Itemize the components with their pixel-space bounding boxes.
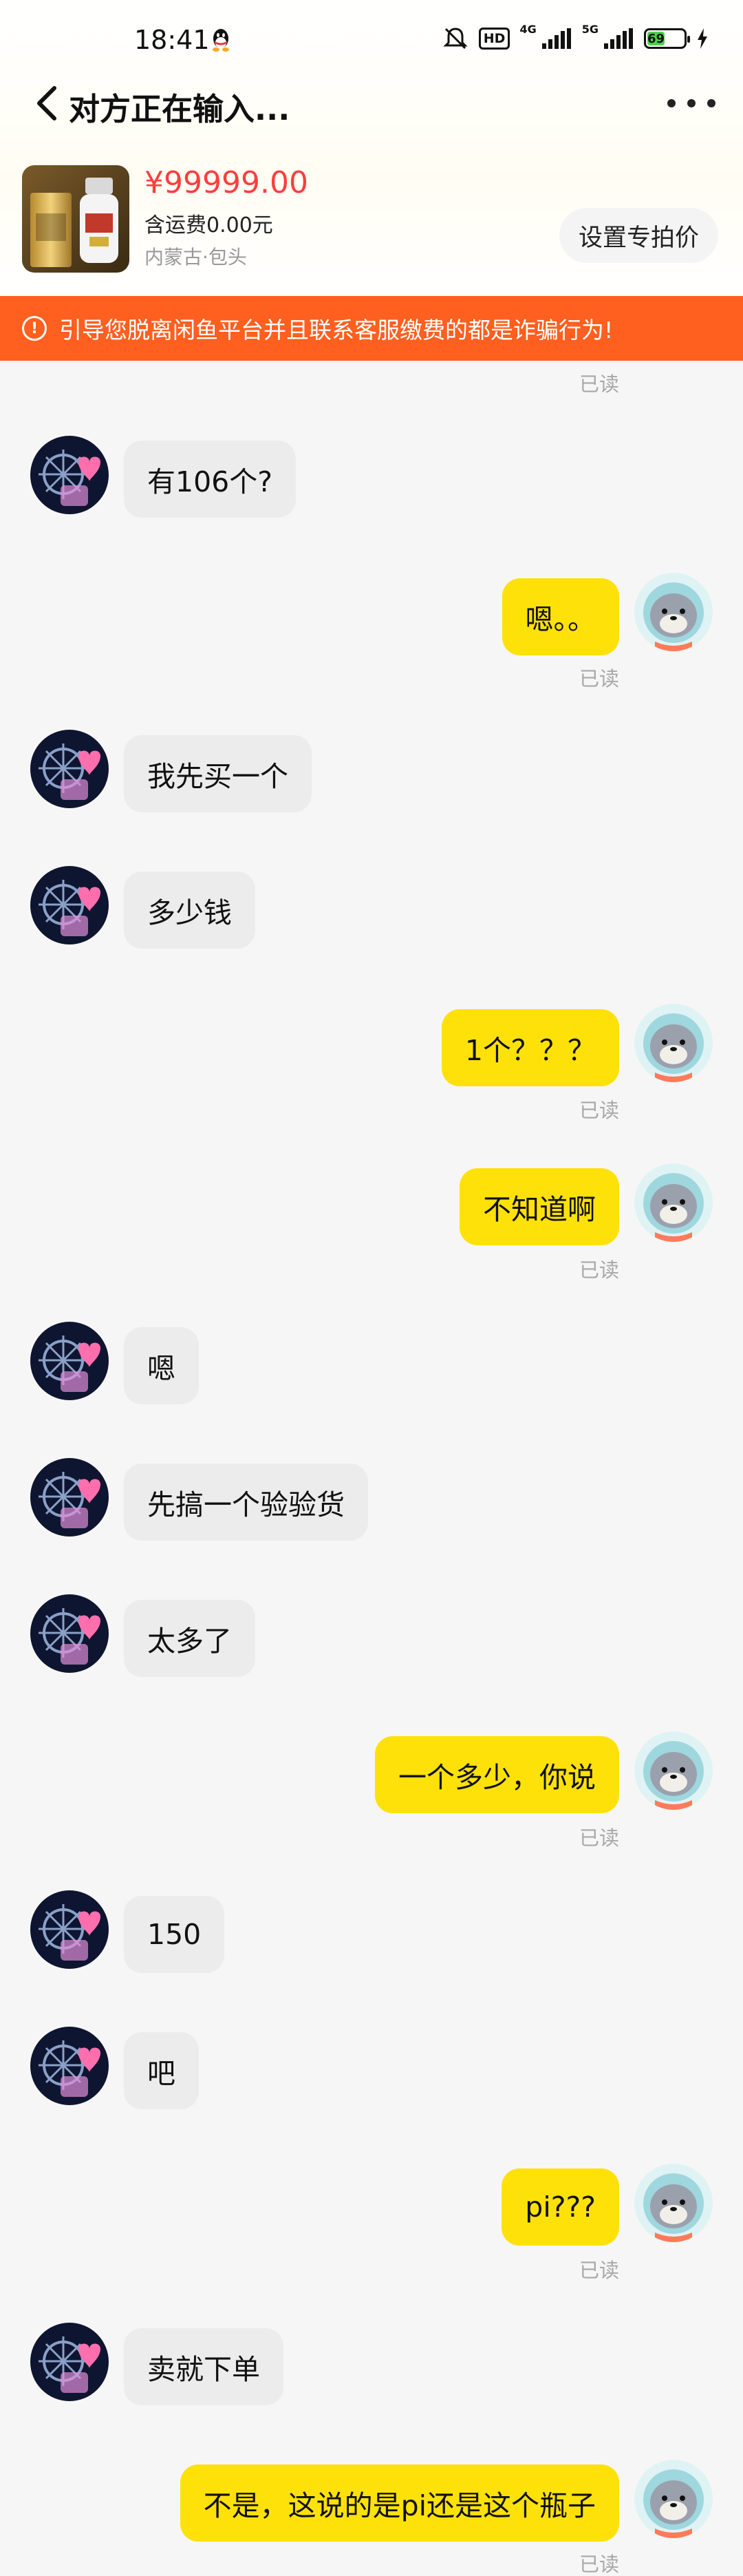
set-special-price-button[interactable]: 设置专拍价: [559, 208, 718, 263]
contact-avatar[interactable]: [30, 730, 109, 808]
net-5g-label: 5G: [581, 22, 599, 36]
mute-icon: [443, 28, 468, 50]
hd-badge: HD: [478, 28, 510, 50]
back-arrow-icon: [37, 86, 56, 120]
read-receipt: 已读: [579, 1826, 619, 1850]
product-card[interactable]: ¥99999.00 含运费0.00元 内蒙古·包头 设置专拍价: [0, 158, 743, 282]
my-avatar[interactable]: [634, 1731, 713, 1810]
contact-avatar[interactable]: [30, 1458, 109, 1537]
contact-avatar[interactable]: [30, 2323, 109, 2401]
product-image: [22, 165, 129, 273]
status-icons: HD 4G 5G 69: [442, 22, 709, 51]
warning-circle-icon: !: [22, 316, 47, 341]
message-bubble-outgoing[interactable]: pi???: [502, 2168, 619, 2246]
message-bubble-outgoing[interactable]: 1个？？？: [441, 1009, 619, 1086]
back-button[interactable]: [28, 83, 66, 124]
signal-icon: [541, 28, 571, 49]
message-bubble-incoming[interactable]: 太多了: [124, 1600, 255, 1677]
contact-avatar[interactable]: [30, 1890, 109, 1969]
charging-icon: [698, 28, 707, 49]
message-bubble-incoming[interactable]: 卖就下单: [124, 2328, 283, 2405]
my-avatar[interactable]: [634, 2460, 713, 2538]
message-bubble-outgoing[interactable]: 不知道啊: [460, 1168, 619, 1245]
contact-avatar[interactable]: [30, 1594, 109, 1673]
qq-icon: [213, 29, 229, 52]
contact-avatar[interactable]: [30, 436, 109, 514]
nav-bar: 对方正在输入...: [0, 69, 743, 138]
read-receipt: 已读: [579, 1099, 619, 1122]
read-receipt: 已读: [579, 667, 619, 690]
read-receipt: 已读: [579, 1258, 619, 1282]
message-bubble-incoming[interactable]: 150: [124, 1896, 225, 1973]
product-thumbnail[interactable]: [22, 165, 129, 273]
signal-icon-2: [604, 28, 633, 49]
message-bubble-incoming[interactable]: 嗯: [124, 1327, 199, 1404]
my-avatar[interactable]: [634, 573, 713, 651]
message-bubble-incoming[interactable]: 有106个?: [124, 441, 297, 518]
message-bubble-outgoing[interactable]: 一个多少，你说: [375, 1736, 619, 1813]
warning-text: 引导您脱离闲鱼平台并且联系客服缴费的都是诈骗行为!: [59, 317, 614, 344]
product-price: ¥99999.00: [144, 165, 308, 200]
message-bubble-incoming[interactable]: 吧: [124, 2032, 199, 2109]
battery-icon: 69: [644, 28, 690, 49]
message-bubble-incoming[interactable]: 先搞一个验验货: [124, 1464, 368, 1541]
contact-avatar[interactable]: [30, 1322, 109, 1400]
nav-title: 对方正在输入...: [69, 91, 290, 127]
product-location: 内蒙古·包头: [144, 246, 247, 268]
contact-avatar[interactable]: [30, 866, 109, 944]
fraud-warning-banner: ! 引导您脱离闲鱼平台并且联系客服缴费的都是诈骗行为!: [0, 296, 743, 361]
battery-level: 69: [647, 31, 665, 46]
my-avatar[interactable]: [634, 1004, 713, 1082]
my-avatar[interactable]: [634, 2164, 713, 2242]
more-dots-icon[interactable]: [667, 89, 715, 117]
message-bubble-incoming[interactable]: 我先买一个: [124, 735, 312, 812]
net-4g-label: 4G: [519, 22, 537, 36]
message-bubble-outgoing[interactable]: 不是，这说的是pi还是这个瓶子: [180, 2464, 619, 2542]
status-time: 18:41: [134, 25, 210, 55]
message-bubble-outgoing[interactable]: 嗯。。: [502, 578, 619, 655]
read-receipt: 已读: [579, 2553, 619, 2576]
my-avatar[interactable]: [634, 1163, 713, 1242]
contact-avatar[interactable]: [30, 2027, 109, 2105]
message-bubble-incoming[interactable]: 多少钱: [124, 872, 255, 949]
read-receipt: 已读: [579, 372, 619, 396]
product-shipping: 含运费0.00元: [144, 213, 273, 237]
read-receipt: 已读: [579, 2259, 619, 2282]
